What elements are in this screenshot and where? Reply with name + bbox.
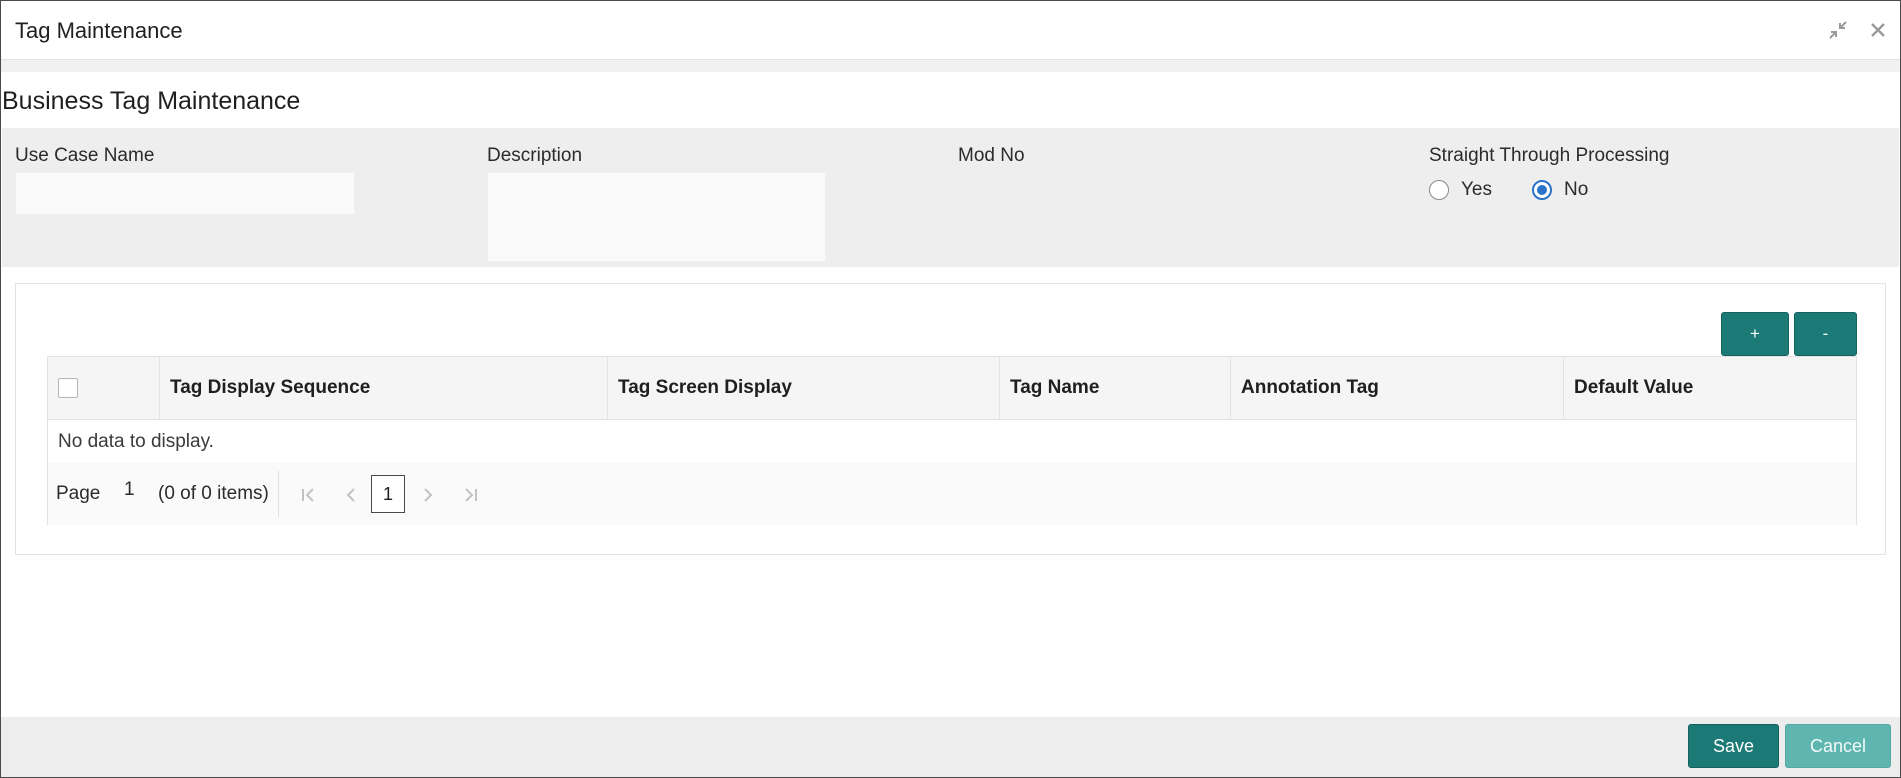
column-header-annotation-tag[interactable]: Annotation Tag [1231, 357, 1564, 419]
select-all-checkbox[interactable] [58, 378, 78, 398]
next-page-icon[interactable] [418, 485, 438, 505]
stp-label: Straight Through Processing [1429, 145, 1670, 166]
items-count: (0 of 0 items) [158, 483, 269, 504]
tags-grid-container: + - Tag Display Sequence Tag Screen Disp… [15, 283, 1886, 555]
column-header-tag-name[interactable]: Tag Name [1000, 357, 1231, 419]
window-title: Tag Maintenance [15, 18, 183, 43]
use-case-name-label: Use Case Name [15, 145, 155, 166]
description-label: Description [487, 145, 583, 166]
footer-bar [1, 717, 1900, 777]
pager-divider [278, 471, 279, 517]
stp-yes-radio[interactable] [1429, 180, 1449, 200]
stp-no-label: No [1564, 179, 1589, 200]
mod-no-label: Mod No [958, 145, 1025, 166]
column-header-tag-screen-display[interactable]: Tag Screen Display [608, 357, 1000, 419]
cancel-button[interactable]: Cancel [1785, 724, 1891, 768]
description-input[interactable] [487, 172, 826, 262]
page-label: Page [56, 483, 101, 504]
tag-maintenance-window: Tag Maintenance Business Tag Maintenance… [0, 0, 1901, 778]
save-button[interactable]: Save [1688, 724, 1779, 768]
previous-page-icon[interactable] [341, 485, 361, 505]
remove-row-button[interactable]: - [1794, 312, 1857, 356]
first-page-icon[interactable] [298, 485, 318, 505]
select-all-cell [48, 357, 160, 419]
tags-table: Tag Display Sequence Tag Screen Display … [47, 356, 1857, 525]
table-header: Tag Display Sequence Tag Screen Display … [48, 357, 1856, 420]
column-header-tag-display-sequence[interactable]: Tag Display Sequence [160, 357, 608, 419]
minimize-icon[interactable] [1823, 15, 1853, 45]
close-icon[interactable] [1863, 15, 1893, 45]
stp-yes-label: Yes [1461, 179, 1492, 200]
title-separator [1, 60, 1900, 72]
window-titlebar: Tag Maintenance [1, 1, 1900, 60]
empty-state-message: No data to display. [58, 431, 214, 452]
page-title: Business Tag Maintenance [2, 87, 301, 115]
column-header-default-value[interactable]: Default Value [1564, 357, 1856, 419]
last-page-icon[interactable] [461, 485, 481, 505]
page-number-input[interactable]: 1 [124, 479, 135, 501]
add-row-button[interactable]: + [1721, 312, 1789, 356]
pagination-bar: Page 1 (0 of 0 items) 1 [48, 463, 1856, 525]
stp-no-radio[interactable] [1532, 180, 1552, 200]
use-case-name-input[interactable] [15, 172, 355, 215]
stp-radio-group: Yes No [1429, 179, 1628, 201]
current-page-button[interactable]: 1 [371, 475, 405, 513]
